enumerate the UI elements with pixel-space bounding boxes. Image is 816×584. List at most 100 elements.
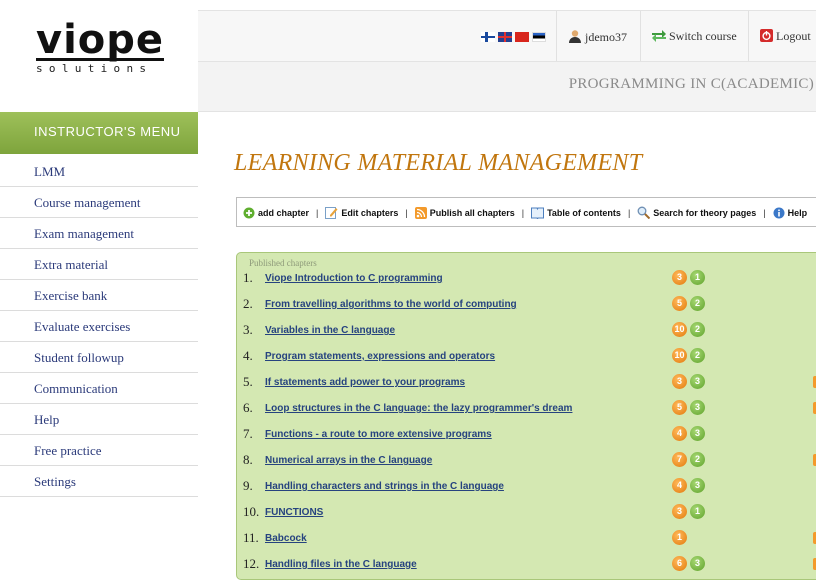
sidebar-item-free-practice[interactable]: Free practice bbox=[0, 435, 198, 466]
add-chapter-label: add chapter bbox=[258, 208, 310, 218]
orange-count-badge: 10 bbox=[672, 348, 687, 363]
logout-label: Logout bbox=[776, 29, 811, 43]
orange-count-badge: 5 bbox=[672, 400, 687, 415]
orange-count-badge: 5 bbox=[672, 296, 687, 311]
edit-chapters-button[interactable]: Edit chapters bbox=[325, 206, 398, 219]
table-of-contents-label: Table of contents bbox=[547, 208, 621, 218]
book-icon bbox=[531, 207, 545, 221]
sidebar-item-exam-management[interactable]: Exam management bbox=[0, 218, 198, 249]
switch-icon bbox=[652, 30, 666, 42]
chapter-link[interactable]: Numerical arrays in the C language bbox=[265, 455, 432, 466]
chapter-number: 3. bbox=[243, 322, 253, 337]
green-count-badge: 3 bbox=[690, 400, 705, 415]
green-count-badge: 3 bbox=[690, 374, 705, 389]
chapter-row: 10. FUNCTIONS 3 1 bbox=[243, 501, 816, 523]
estonian-flag-icon[interactable] bbox=[532, 32, 546, 42]
sidebar-item-settings[interactable]: Settings bbox=[0, 466, 198, 497]
switch-course-label: Switch course bbox=[669, 29, 737, 43]
edit-icon bbox=[325, 207, 338, 219]
chapter-row: 9. Handling characters and strings in the… bbox=[243, 475, 816, 497]
course-title: PROGRAMMING IN C(ACADEMIC) bbox=[568, 76, 814, 92]
chapter-link[interactable]: Program statements, expressions and oper… bbox=[265, 351, 495, 362]
chapter-link[interactable]: Loop structures in the C language: the l… bbox=[265, 403, 572, 414]
published-chapters-panel: Published chapters 1. Viope Introduction … bbox=[236, 252, 816, 580]
chapter-number: 9. bbox=[243, 478, 253, 493]
course-bar: PROGRAMMING IN C(ACADEMIC) bbox=[198, 62, 816, 112]
green-count-badge: 3 bbox=[690, 556, 705, 571]
sidebar-item-evaluate-exercises[interactable]: Evaluate exercises bbox=[0, 311, 198, 342]
chapter-number: 7. bbox=[243, 426, 253, 441]
orange-count-badge: 3 bbox=[672, 374, 687, 389]
chapter-number: 8. bbox=[243, 452, 253, 467]
green-count-badge: 1 bbox=[690, 504, 705, 519]
chapter-row: 1. Viope Introduction to C programming 3 1 bbox=[243, 267, 816, 289]
finnish-flag-icon[interactable] bbox=[481, 32, 495, 42]
username: jdemo37 bbox=[585, 30, 627, 44]
sidebar-item-extra-material[interactable]: Extra material bbox=[0, 249, 198, 280]
chapter-number: 6. bbox=[243, 400, 253, 415]
chapter-number: 10. bbox=[243, 504, 260, 519]
publish-all-label: Publish all chapters bbox=[429, 208, 515, 218]
chapter-number: 2. bbox=[243, 296, 253, 311]
chapter-number: 11. bbox=[243, 530, 259, 545]
chapter-row: 2. From travelling algorithms to the worl… bbox=[243, 293, 816, 315]
chapter-row: 12. Handling files in the C language 6 3 bbox=[243, 553, 816, 575]
green-count-badge: 2 bbox=[690, 296, 705, 311]
chapter-link[interactable]: Handling files in the C language bbox=[265, 559, 417, 570]
table-of-contents-button[interactable]: Table of contents bbox=[531, 207, 621, 221]
chinese-flag-icon[interactable] bbox=[515, 32, 529, 42]
top-bar: jdemo37 Switch course Logout bbox=[198, 10, 816, 62]
english-flag-icon[interactable] bbox=[498, 32, 512, 42]
add-icon bbox=[243, 207, 255, 219]
logo-underline bbox=[36, 58, 164, 61]
sidebar-item-exercise-bank[interactable]: Exercise bank bbox=[0, 280, 198, 311]
switch-course-link[interactable]: Switch course bbox=[652, 29, 737, 44]
viope-logo[interactable]: viope solutions bbox=[0, 0, 198, 100]
chapter-link[interactable]: Handling characters and strings in the C… bbox=[265, 481, 504, 492]
orange-count-badge: 3 bbox=[672, 504, 687, 519]
green-count-badge: 3 bbox=[690, 478, 705, 493]
chapter-row: 5. If statements add power to your progra… bbox=[243, 371, 816, 393]
edit-chapters-label: Edit chapters bbox=[341, 208, 399, 218]
user-menu[interactable]: jdemo37 bbox=[568, 29, 627, 45]
chapter-number: 12. bbox=[243, 556, 260, 571]
divider bbox=[748, 11, 749, 61]
logo-subtitle: solutions bbox=[36, 62, 153, 75]
chapter-number: 5. bbox=[243, 374, 253, 389]
chapter-link[interactable]: If statements add power to your programs bbox=[265, 377, 465, 388]
search-icon bbox=[637, 206, 651, 220]
green-count-badge: 1 bbox=[690, 270, 705, 285]
logo-wordmark: viope bbox=[36, 17, 165, 63]
green-count-badge: 2 bbox=[690, 348, 705, 363]
publish-all-chapters-button[interactable]: Publish all chapters bbox=[414, 207, 515, 219]
chapter-row: 6. Loop structures in the C language: the… bbox=[243, 397, 816, 419]
sidebar-item-course-management[interactable]: Course management bbox=[0, 187, 198, 218]
rss-icon bbox=[414, 207, 427, 219]
add-chapter-button[interactable]: add chapter bbox=[243, 207, 309, 219]
toolbar-separator: | bbox=[316, 208, 319, 218]
search-theory-pages-button[interactable]: Search for theory pages bbox=[637, 206, 756, 220]
green-count-badge: 2 bbox=[690, 322, 705, 337]
instructor-menu-header: INSTRUCTOR'S MENU bbox=[0, 112, 198, 154]
toolbar-separator: | bbox=[627, 208, 631, 218]
sidebar-item-student-followup[interactable]: Student followup bbox=[0, 342, 198, 373]
user-icon bbox=[569, 30, 581, 43]
sidebar-item-communication[interactable]: Communication bbox=[0, 373, 198, 404]
sidebar-item-help[interactable]: Help bbox=[0, 404, 198, 435]
help-button[interactable]: Help bbox=[773, 207, 807, 219]
orange-count-badge: 1 bbox=[672, 530, 687, 545]
orange-count-badge: 7 bbox=[672, 452, 687, 467]
logout-link[interactable]: Logout bbox=[760, 29, 811, 44]
chapter-row: 3. Variables in the C language 10 2 bbox=[243, 319, 816, 341]
chapter-row: 7. Functions - a route to more extensive … bbox=[243, 423, 816, 445]
orange-count-badge: 6 bbox=[672, 556, 687, 571]
chapter-link[interactable]: Functions - a route to more extensive pr… bbox=[265, 429, 492, 440]
chapter-link[interactable]: Babcock bbox=[265, 533, 307, 544]
orange-count-badge: 10 bbox=[672, 322, 687, 337]
chapter-link[interactable]: FUNCTIONS bbox=[265, 507, 323, 518]
sidebar-item-lmm[interactable]: LMM bbox=[0, 156, 198, 187]
chapter-link[interactable]: Variables in the C language bbox=[265, 325, 395, 336]
chapter-row: 8. Numerical arrays in the C language 7 2 bbox=[243, 449, 816, 471]
chapter-link[interactable]: Viope Introduction to C programming bbox=[265, 273, 443, 284]
chapter-link[interactable]: From travelling algorithms to the world … bbox=[265, 299, 517, 310]
